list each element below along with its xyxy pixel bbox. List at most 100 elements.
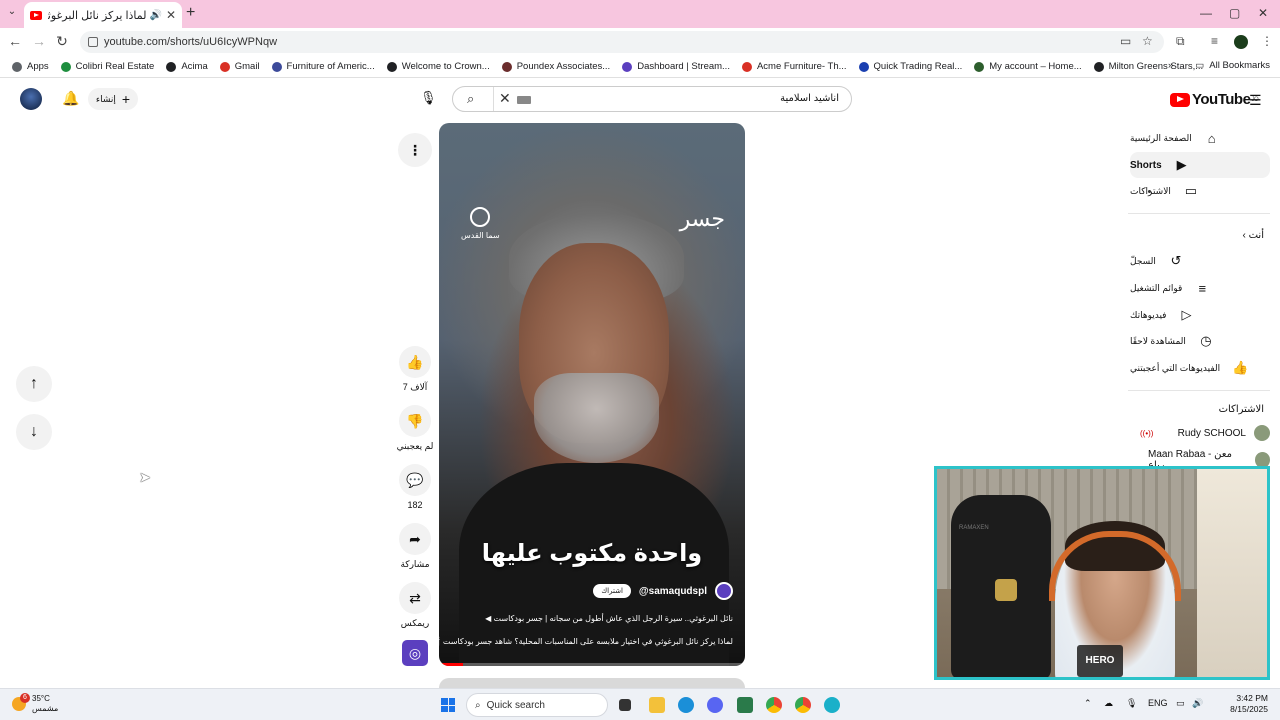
sidebar-item-subscriptions[interactable]: ▭الاشتراكات: [1130, 178, 1270, 204]
bookmark-item[interactable]: Apps: [12, 61, 49, 72]
tab-close-icon[interactable]: ✕: [166, 8, 176, 22]
bookmark-label: Poundex Associates...: [516, 61, 611, 72]
previous-short-button[interactable]: ↑: [16, 366, 52, 402]
sidebar-item-watch-later[interactable]: ◷ المشاهدة لاحقًا: [1130, 328, 1270, 354]
more-options-button[interactable]: ⋮: [398, 133, 432, 167]
youtube-logo[interactable]: YouTube JO: [1170, 91, 1259, 108]
browser-tab-active[interactable]: لماذا يركز نائل البرغوثي في 🔊 ✕: [24, 2, 182, 28]
chair-logo-icon: [995, 579, 1017, 601]
chevron-icon: ›: [1242, 230, 1246, 241]
back-icon[interactable]: ←: [6, 33, 24, 49]
cast-icon[interactable]: ▭: [1120, 34, 1131, 48]
discord-icon[interactable]: [707, 697, 723, 713]
bookmark-favicon-icon: [858, 61, 869, 72]
chrome-icon[interactable]: [766, 697, 782, 713]
keyboard-icon[interactable]: [517, 96, 531, 104]
address-bar[interactable]: youtube.com/shorts/uU6IcyWPNqw: [80, 31, 1164, 53]
clear-search-icon[interactable]: ✕: [499, 90, 511, 107]
sun-icon: 6: [12, 693, 30, 711]
bookmark-item[interactable]: Gmail: [219, 61, 260, 72]
weather-widget[interactable]: 6 35°C مشمس: [12, 693, 58, 714]
youtube-logo-text: YouTube: [1192, 91, 1251, 108]
new-content-dot: [1148, 190, 1151, 193]
sidebar-item-shorts[interactable]: ▶ Shorts: [1130, 152, 1270, 178]
bookmark-item[interactable]: Furniture of Americ...: [271, 61, 375, 72]
short-video-player[interactable]: سما القدس جسر واحدة مكتوب عليها اشتراك @…: [439, 123, 745, 666]
search-box[interactable]: ⌕ ✕ اناشيد اسلامية: [452, 86, 852, 112]
windows-start-icon[interactable]: [441, 698, 455, 712]
reload-icon[interactable]: ↻: [53, 33, 71, 50]
channel-avatar[interactable]: [715, 582, 733, 600]
tray-chevron-icon[interactable]: ⌃: [1084, 698, 1092, 709]
site-info-icon[interactable]: [88, 37, 98, 47]
tray-microphone-icon[interactable]: 🎙: [1126, 698, 1137, 709]
tray-mic-icon[interactable]: ☁: [1104, 698, 1113, 709]
network-icon[interactable]: ▭: [1176, 698, 1185, 709]
window-close-icon[interactable]: ✕: [1258, 6, 1268, 20]
related-video-link[interactable]: نائل البرغوثي.. سيرة الرجل الذي عاش أطول…: [485, 614, 733, 623]
sidebar-item-shorts-label: Shorts: [1130, 159, 1162, 171]
bookmarks-overflow-icon[interactable]: »: [1168, 60, 1173, 71]
file-explorer-icon[interactable]: [649, 697, 665, 713]
browser-menu-icon[interactable]: ⋮: [1261, 34, 1273, 48]
dislike-label: لم يعجبني: [396, 441, 434, 451]
remix-icon[interactable]: ⇄: [399, 582, 431, 614]
system-clock[interactable]: 3:42 PM 8/15/2025: [1214, 693, 1268, 715]
profile-avatar[interactable]: [1234, 35, 1248, 49]
share-icon[interactable]: ➦: [399, 523, 431, 555]
task-view-icon[interactable]: [619, 699, 631, 711]
video-progress-bar[interactable]: [439, 663, 745, 666]
subscription-item[interactable]: ((•)) Rudy SCHOOL: [1140, 422, 1270, 444]
bookmark-favicon-icon: [12, 61, 22, 72]
search-input[interactable]: اناشيد اسلامية: [780, 93, 839, 104]
tab-search-icon[interactable]: ⌄: [4, 6, 20, 22]
sidebar-item-playlists[interactable]: ≡ قوائم التشغيل: [1130, 275, 1270, 301]
bookmark-item[interactable]: Quick Trading Real...: [858, 61, 962, 72]
search-icon[interactable]: ⌕: [467, 91, 474, 107]
bookmark-item[interactable]: Acme Furniture- Th...: [741, 61, 847, 72]
dislike-icon[interactable]: 👎: [399, 405, 431, 437]
sidebar-item-playlists-label: قوائم التشغيل: [1130, 282, 1183, 293]
channel-handle[interactable]: @samaqudspl: [639, 586, 707, 597]
chrome-profile-icon[interactable]: [795, 697, 811, 713]
comments-icon[interactable]: 💬: [399, 464, 431, 496]
account-avatar[interactable]: [20, 88, 42, 110]
whatsapp-icon[interactable]: [737, 697, 753, 713]
bookmark-item[interactable]: My account – Home...: [974, 61, 1082, 72]
next-short-button[interactable]: ↓: [16, 414, 52, 450]
guide-menu-icon[interactable]: ☰: [1249, 92, 1262, 109]
sidebar-you-header[interactable]: أنت ›: [1242, 230, 1264, 241]
new-tab-button[interactable]: +: [186, 4, 195, 22]
language-indicator[interactable]: ENG: [1148, 698, 1168, 708]
sidebar-item-home[interactable]: ⌂ الصفحة الرئيسية: [1130, 125, 1270, 151]
media-control-icon[interactable]: ≡: [1211, 34, 1218, 48]
sidebar-item-history[interactable]: ↺ السجلّ: [1130, 248, 1270, 274]
all-bookmarks-folder[interactable]: » ▭ All Bookmarks: [1168, 60, 1270, 71]
minimize-icon[interactable]: —: [1200, 6, 1212, 20]
bookmark-star-icon[interactable]: ☆: [1142, 34, 1153, 48]
bookmark-item[interactable]: Welcome to Crown...: [386, 61, 490, 72]
bookmark-label: Acima: [181, 61, 208, 72]
bookmark-item[interactable]: Poundex Associates...: [501, 61, 611, 72]
comments-label: 182: [407, 500, 423, 510]
extensions-icon[interactable]: ⧉: [1176, 34, 1185, 49]
bookmark-favicon-icon: [741, 61, 752, 72]
app-icon[interactable]: [824, 697, 840, 713]
audio-playing-icon[interactable]: 🔊: [149, 10, 161, 21]
maximize-icon[interactable]: ▢: [1229, 6, 1240, 20]
voice-search-mic-icon[interactable]: 🎙: [420, 90, 437, 106]
edge-browser-icon[interactable]: [678, 697, 694, 713]
notifications-bell-icon[interactable]: 🔔: [62, 90, 79, 107]
taskbar-search[interactable]: ⌕ Quick search: [466, 693, 608, 717]
create-button[interactable]: إنشاء +: [88, 88, 138, 110]
remix-sound-thumbnail[interactable]: ◎: [402, 640, 428, 666]
bookmark-item[interactable]: Acima: [166, 61, 208, 72]
like-icon[interactable]: 👍: [399, 346, 431, 378]
sidebar-item-liked-videos[interactable]: 👍 الفيديوهات التي أعجبتني: [1130, 355, 1270, 381]
forward-icon[interactable]: →: [30, 33, 48, 49]
volume-icon[interactable]: 🔊: [1192, 698, 1203, 709]
bookmark-item[interactable]: Dashboard | Stream...: [622, 61, 730, 72]
bookmark-item[interactable]: Colibri Real Estate: [60, 61, 154, 72]
subscribe-button[interactable]: اشتراك: [593, 584, 631, 598]
sidebar-item-your-videos[interactable]: ▷ فيديوهاتك: [1130, 302, 1270, 328]
